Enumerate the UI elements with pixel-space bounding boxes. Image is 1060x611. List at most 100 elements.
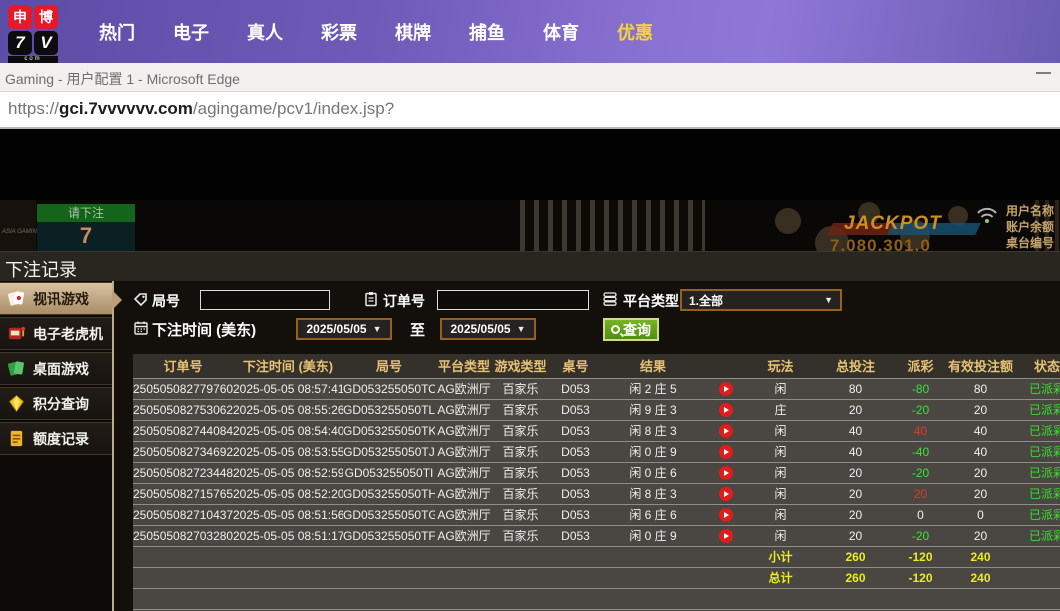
query-button[interactable]: 查询	[603, 318, 659, 341]
sidebar-item-video-games[interactable]: 视讯游戏	[0, 282, 112, 315]
jackpot-display: JACKPOT 7,080,301.0	[830, 213, 980, 251]
header-order-id: 订单号	[133, 354, 233, 378]
page-title: 下注记录	[5, 256, 77, 282]
play-video-cell	[703, 525, 748, 546]
header-payout: 派彩	[898, 354, 943, 378]
payout-cell: -40	[898, 441, 943, 462]
chevron-down-icon: ▼	[373, 324, 382, 334]
table-id-cell: D053	[548, 483, 603, 504]
total-bet-cell: 80	[813, 378, 898, 399]
total-bet-cell: 20	[813, 525, 898, 546]
jackpot-label: JACKPOT	[844, 213, 942, 235]
play-video-icon[interactable]	[719, 508, 733, 522]
jackpot-value: 7,080,301.0	[830, 236, 931, 251]
order-input[interactable]	[437, 290, 589, 310]
date-to-select[interactable]: 2025/05/05 ▼	[440, 318, 536, 340]
url-path: /agingame/pcv1/index.jsp?	[193, 99, 394, 118]
bet-prompt-badge: 请下注	[37, 204, 135, 222]
nav-item-promo[interactable]: 优惠	[616, 19, 654, 45]
total-bet-cell: 20	[813, 462, 898, 483]
valid-bet-cell: 20	[943, 483, 1018, 504]
browser-urlbar[interactable]: https://gci.7vvvvvv.com/agingame/pcv1/in…	[0, 92, 1060, 129]
nav-item-slots[interactable]: 电子	[172, 19, 210, 45]
order-id-cell: 250505082710437	[133, 504, 233, 525]
logo-tile: V	[34, 31, 58, 55]
total-bet-cell: 20	[813, 399, 898, 420]
play-video-cell	[703, 483, 748, 504]
round-id-cell: GD053255050TH	[343, 483, 435, 504]
play-type-cell: 闲	[748, 525, 813, 546]
platform-list-icon	[602, 291, 618, 307]
countdown-timer: 7	[37, 222, 135, 251]
points-gem-icon	[7, 394, 26, 413]
table-id-cell: D053	[548, 420, 603, 441]
table-id-cell: D053	[548, 525, 603, 546]
window-title: Gaming - 用户配置 1 - Microsoft Edge	[5, 69, 240, 89]
bokeh-light	[775, 208, 801, 234]
status-cell: 已派彩	[1018, 378, 1060, 399]
play-video-icon[interactable]	[719, 466, 733, 480]
nav-item-lottery[interactable]: 彩票	[320, 19, 358, 45]
payout-cell: -20	[898, 525, 943, 546]
to-label: 至	[410, 319, 425, 340]
platform-type-cell: AG欧洲厅	[435, 441, 493, 462]
status-cell: 已派彩	[1018, 462, 1060, 483]
header-status: 状态	[1018, 354, 1060, 378]
table-row: 2505050827530622025-05-05 08:55:26GD0532…	[133, 399, 1060, 420]
minimize-icon[interactable]	[1036, 72, 1051, 74]
play-video-icon[interactable]	[719, 487, 733, 501]
status-cell: 已派彩	[1018, 504, 1060, 525]
play-video-icon[interactable]	[719, 529, 733, 543]
order-id-cell: 250505082744084	[133, 420, 233, 441]
table-header-row: 订单号 下注时间 (美东) 局号 平台类型 游戏类型 桌号 结果 玩法 总投注 …	[133, 354, 1060, 378]
date-from-select[interactable]: 2025/05/05 ▼	[296, 318, 392, 340]
total-label: 总计	[748, 567, 813, 588]
game-type-cell: 百家乐	[493, 462, 548, 483]
round-input[interactable]	[200, 290, 330, 310]
play-video-icon[interactable]	[719, 445, 733, 459]
sidebar-item-credit-records[interactable]: 额度记录	[0, 422, 112, 455]
valid-bet-cell: 80	[943, 378, 1018, 399]
play-type-cell: 庄	[748, 399, 813, 420]
nav-menu: 热门 电子 真人 彩票 棋牌 捕鱼 体育 优惠	[98, 0, 654, 63]
header-game-type: 游戏类型	[493, 354, 548, 378]
platform-type-cell: AG欧洲厅	[435, 378, 493, 399]
nav-item-live[interactable]: 真人	[246, 19, 284, 45]
wifi-icon	[976, 206, 998, 224]
sidebar-item-table-games[interactable]: 桌面游戏	[0, 352, 112, 385]
order-id-cell: 250505082715765	[133, 483, 233, 504]
info-label: 桌台编号	[1006, 235, 1054, 251]
order-id-cell: 250505082703280	[133, 525, 233, 546]
platform-select-value: 1.全部	[689, 292, 818, 309]
play-video-icon[interactable]	[719, 403, 733, 417]
nav-item-fishing[interactable]: 捕鱼	[468, 19, 506, 45]
nav-item-cards[interactable]: 棋牌	[394, 19, 432, 45]
info-label: 账户余额	[1006, 219, 1054, 235]
site-logo[interactable]: 申 博 7 V com	[8, 5, 60, 61]
sidebar-item-slots[interactable]: 电子老虎机	[0, 317, 112, 350]
header-platform: 平台类型	[435, 354, 493, 378]
play-type-cell: 闲	[748, 420, 813, 441]
header-valid-bet: 有效投注额	[943, 354, 1018, 378]
play-video-icon[interactable]	[719, 424, 733, 438]
bet-time-cell: 2025-05-05 08:52:20	[233, 483, 343, 504]
sidebar-item-points-query[interactable]: 积分查询	[0, 387, 112, 420]
platform-type-cell: AG欧洲厅	[435, 399, 493, 420]
game-type-cell: 百家乐	[493, 399, 548, 420]
table-id-cell: D053	[548, 378, 603, 399]
game-type-cell: 百家乐	[493, 420, 548, 441]
status-cell: 已派彩	[1018, 399, 1060, 420]
url-text[interactable]: https://gci.7vvvvvv.com/agingame/pcv1/in…	[8, 99, 394, 119]
nav-item-sports[interactable]: 体育	[542, 19, 580, 45]
sidebar-item-label: 额度记录	[33, 429, 89, 449]
order-id-cell: 250505082734692	[133, 441, 233, 462]
total-bet-cell: 40	[813, 441, 898, 462]
logo-tile: 7	[8, 31, 32, 55]
play-video-icon[interactable]	[719, 382, 733, 396]
play-video-cell	[703, 462, 748, 483]
bet-time-cell: 2025-05-05 08:52:59	[233, 462, 343, 483]
platform-select[interactable]: 1.全部 ▼	[680, 289, 842, 311]
nav-item-hot[interactable]: 热门	[98, 19, 136, 45]
player-info-labels: 用户名称 账户余额 桌台编号	[1006, 203, 1054, 251]
payout-cell: 40	[898, 420, 943, 441]
